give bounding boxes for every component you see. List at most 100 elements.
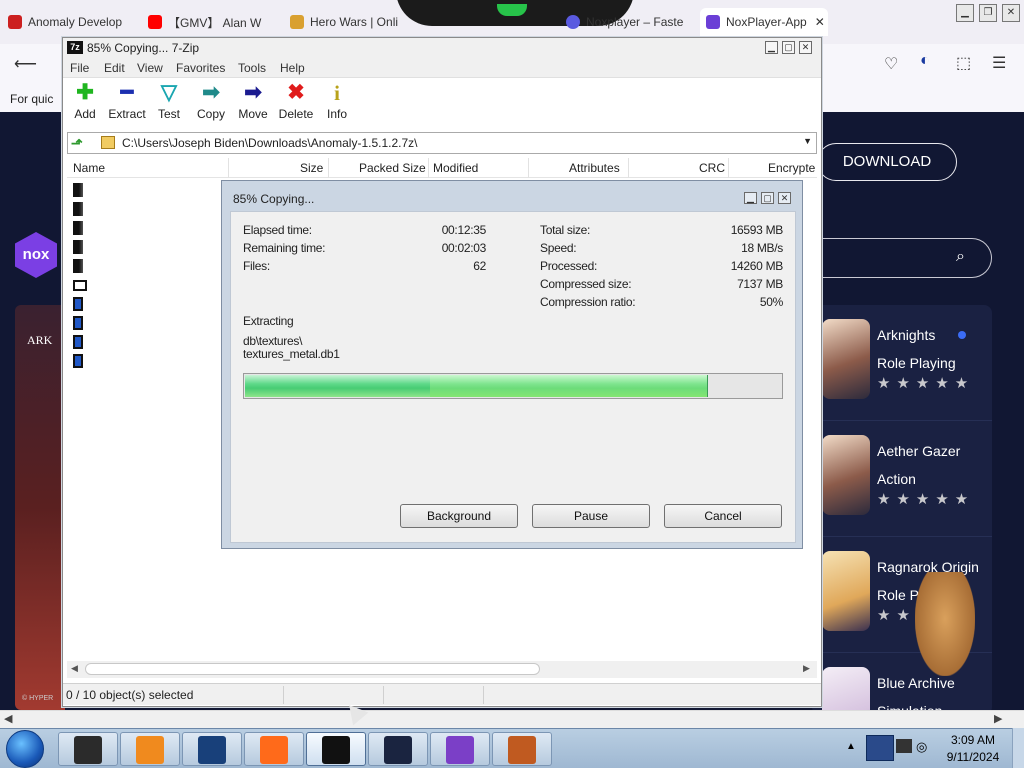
up-folder-icon[interactable]: ⬏: [71, 135, 83, 152]
chevron-down-icon[interactable]: ▼: [803, 136, 812, 146]
progress-bar-fill: [245, 375, 708, 397]
maximize-icon[interactable]: ▢: [761, 192, 774, 204]
firefox-icon: [260, 736, 288, 764]
browser-tab[interactable]: Hero Wars | Onli: [290, 8, 398, 36]
file-icon[interactable]: [73, 335, 83, 349]
game-genre: Action: [877, 471, 916, 487]
game-card-aether-gazer[interactable]: Aether Gazer Action ★★★★★: [812, 421, 992, 537]
document-icon[interactable]: [73, 280, 87, 291]
minimize-icon[interactable]: ▁: [765, 41, 778, 54]
menu-file[interactable]: File: [70, 61, 89, 75]
menu-edit[interactable]: Edit: [104, 61, 125, 75]
pause-button[interactable]: Pause: [532, 504, 650, 528]
window-titlebar[interactable]: 7z 85% Copying... 7-Zip ▁ ▢ ✕: [63, 38, 821, 58]
browser-tab-active[interactable]: NoxPlayer-App ✕: [700, 8, 828, 36]
scroll-right-arrow-icon[interactable]: ▶: [994, 712, 1002, 725]
scroll-left-arrow-icon[interactable]: ◀: [71, 663, 78, 674]
browser-horizontal-scrollbar[interactable]: ◀ ▶: [0, 710, 1024, 728]
tab-label: Noxplayer – Faste: [586, 15, 684, 29]
column-size[interactable]: Size: [300, 161, 323, 175]
start-button[interactable]: [6, 730, 44, 768]
scroll-left-arrow-icon[interactable]: ◀: [4, 712, 12, 725]
column-crc[interactable]: CRC: [699, 161, 725, 175]
file-icon[interactable]: [73, 354, 83, 368]
extensions-icon[interactable]: ⬚: [956, 53, 971, 73]
menu-favorites[interactable]: Favorites: [176, 61, 225, 75]
close-icon[interactable]: ✕: [1002, 4, 1020, 22]
game-thumbnail: [822, 667, 870, 715]
game-card-arknights[interactable]: Arknights Role Playing ★★★★★: [812, 305, 992, 421]
taskbar-app-firefox[interactable]: [244, 732, 304, 766]
file-icon[interactable]: [73, 297, 83, 311]
address-bar[interactable]: ⬏ C:\Users\Joseph Biden\Downloads\Anomal…: [67, 132, 817, 154]
rating-stars: ★★★★★: [877, 491, 975, 508]
info-button[interactable]: i Info: [312, 81, 362, 125]
search-icon[interactable]: ⌕: [956, 248, 976, 268]
back-arrow-icon[interactable]: ⟵: [14, 54, 37, 74]
file-icon[interactable]: [73, 183, 83, 197]
browser-tab[interactable]: Anomaly Develop: [8, 8, 128, 36]
copy-progress-dialog: 85% Copying... ▁ ▢ ✕ Elapsed time: 00:12…: [221, 180, 803, 549]
minimize-icon[interactable]: ▁: [956, 4, 974, 22]
cancel-button[interactable]: Cancel: [664, 504, 782, 528]
menu-hamburger-icon[interactable]: ☰: [992, 53, 1006, 73]
clock-date[interactable]: 9/11/2024: [938, 750, 1008, 764]
column-divider[interactable]: [228, 158, 229, 178]
bookmark-label[interactable]: For quic: [10, 92, 53, 106]
maximize-icon[interactable]: ▢: [782, 41, 795, 54]
column-divider[interactable]: [428, 158, 429, 178]
menu-tools[interactable]: Tools: [238, 61, 266, 75]
file-icon[interactable]: [73, 316, 83, 330]
tray-status-icon[interactable]: ◎: [916, 739, 927, 755]
tab-favicon-icon: [706, 15, 720, 29]
taskbar-app-visual-studio[interactable]: [430, 732, 490, 766]
menu-help[interactable]: Help: [280, 61, 305, 75]
7zip-app-icon: 7z: [67, 41, 83, 54]
taskbar-app-7zip[interactable]: [306, 732, 366, 766]
taskbar-app-game[interactable]: [492, 732, 552, 766]
tab-label: Hero Wars | Onli: [310, 15, 398, 29]
column-packed-size[interactable]: Packed Size: [359, 161, 426, 175]
column-modified[interactable]: Modified: [433, 161, 478, 175]
account-icon[interactable]: ◐: [920, 52, 930, 70]
background-button[interactable]: Background: [400, 504, 518, 528]
minimize-icon[interactable]: ▁: [744, 192, 757, 204]
column-divider[interactable]: [728, 158, 729, 178]
show-desktop-button[interactable]: [1012, 728, 1024, 768]
taskbar-app-network[interactable]: [182, 732, 242, 766]
scroll-right-arrow-icon[interactable]: ▶: [803, 663, 810, 674]
dialog-titlebar[interactable]: 85% Copying... ▁ ▢ ✕: [222, 181, 802, 211]
file-icon[interactable]: [73, 202, 83, 216]
column-divider[interactable]: [628, 158, 629, 178]
column-divider[interactable]: [328, 158, 329, 178]
clock-time[interactable]: 3:09 AM: [938, 733, 1008, 747]
column-attributes[interactable]: Attributes: [569, 161, 620, 175]
pocket-icon[interactable]: ♡: [884, 54, 898, 74]
maximize-icon[interactable]: ❐: [979, 4, 997, 22]
network-icon[interactable]: [896, 739, 912, 753]
compression-ratio-label: Compression ratio:: [540, 295, 636, 309]
game-banner-art[interactable]: [15, 305, 65, 710]
tab-label: Anomaly Develop: [28, 15, 123, 29]
close-icon[interactable]: ✕: [799, 41, 812, 54]
column-name[interactable]: Name: [73, 161, 105, 175]
chevron-up-icon[interactable]: ▲: [846, 741, 856, 752]
browser-tab[interactable]: Noxplayer – Faste: [566, 8, 684, 36]
tray-app-icon[interactable]: [866, 735, 894, 761]
menu-view[interactable]: View: [137, 61, 163, 75]
file-icon[interactable]: [73, 259, 83, 273]
close-icon[interactable]: ✕: [778, 192, 791, 204]
scrollbar-thumb[interactable]: [85, 663, 540, 675]
column-encrypted[interactable]: Encrypte: [768, 161, 815, 175]
download-button[interactable]: DOWNLOAD: [817, 143, 957, 181]
taskbar-app-media-player[interactable]: [58, 732, 118, 766]
taskbar-app-vlc[interactable]: [120, 732, 180, 766]
taskbar-app-monitor[interactable]: [368, 732, 428, 766]
file-icon[interactable]: [73, 221, 83, 235]
horizontal-scrollbar[interactable]: ◀ ▶: [67, 661, 817, 678]
path-field[interactable]: C:\Users\Joseph Biden\Downloads\Anomaly-…: [122, 136, 417, 150]
close-tab-icon[interactable]: ✕: [815, 15, 825, 29]
browser-tab[interactable]: 【GMV】 Alan W: [148, 8, 266, 36]
file-icon[interactable]: [73, 240, 83, 254]
column-divider[interactable]: [528, 158, 529, 178]
